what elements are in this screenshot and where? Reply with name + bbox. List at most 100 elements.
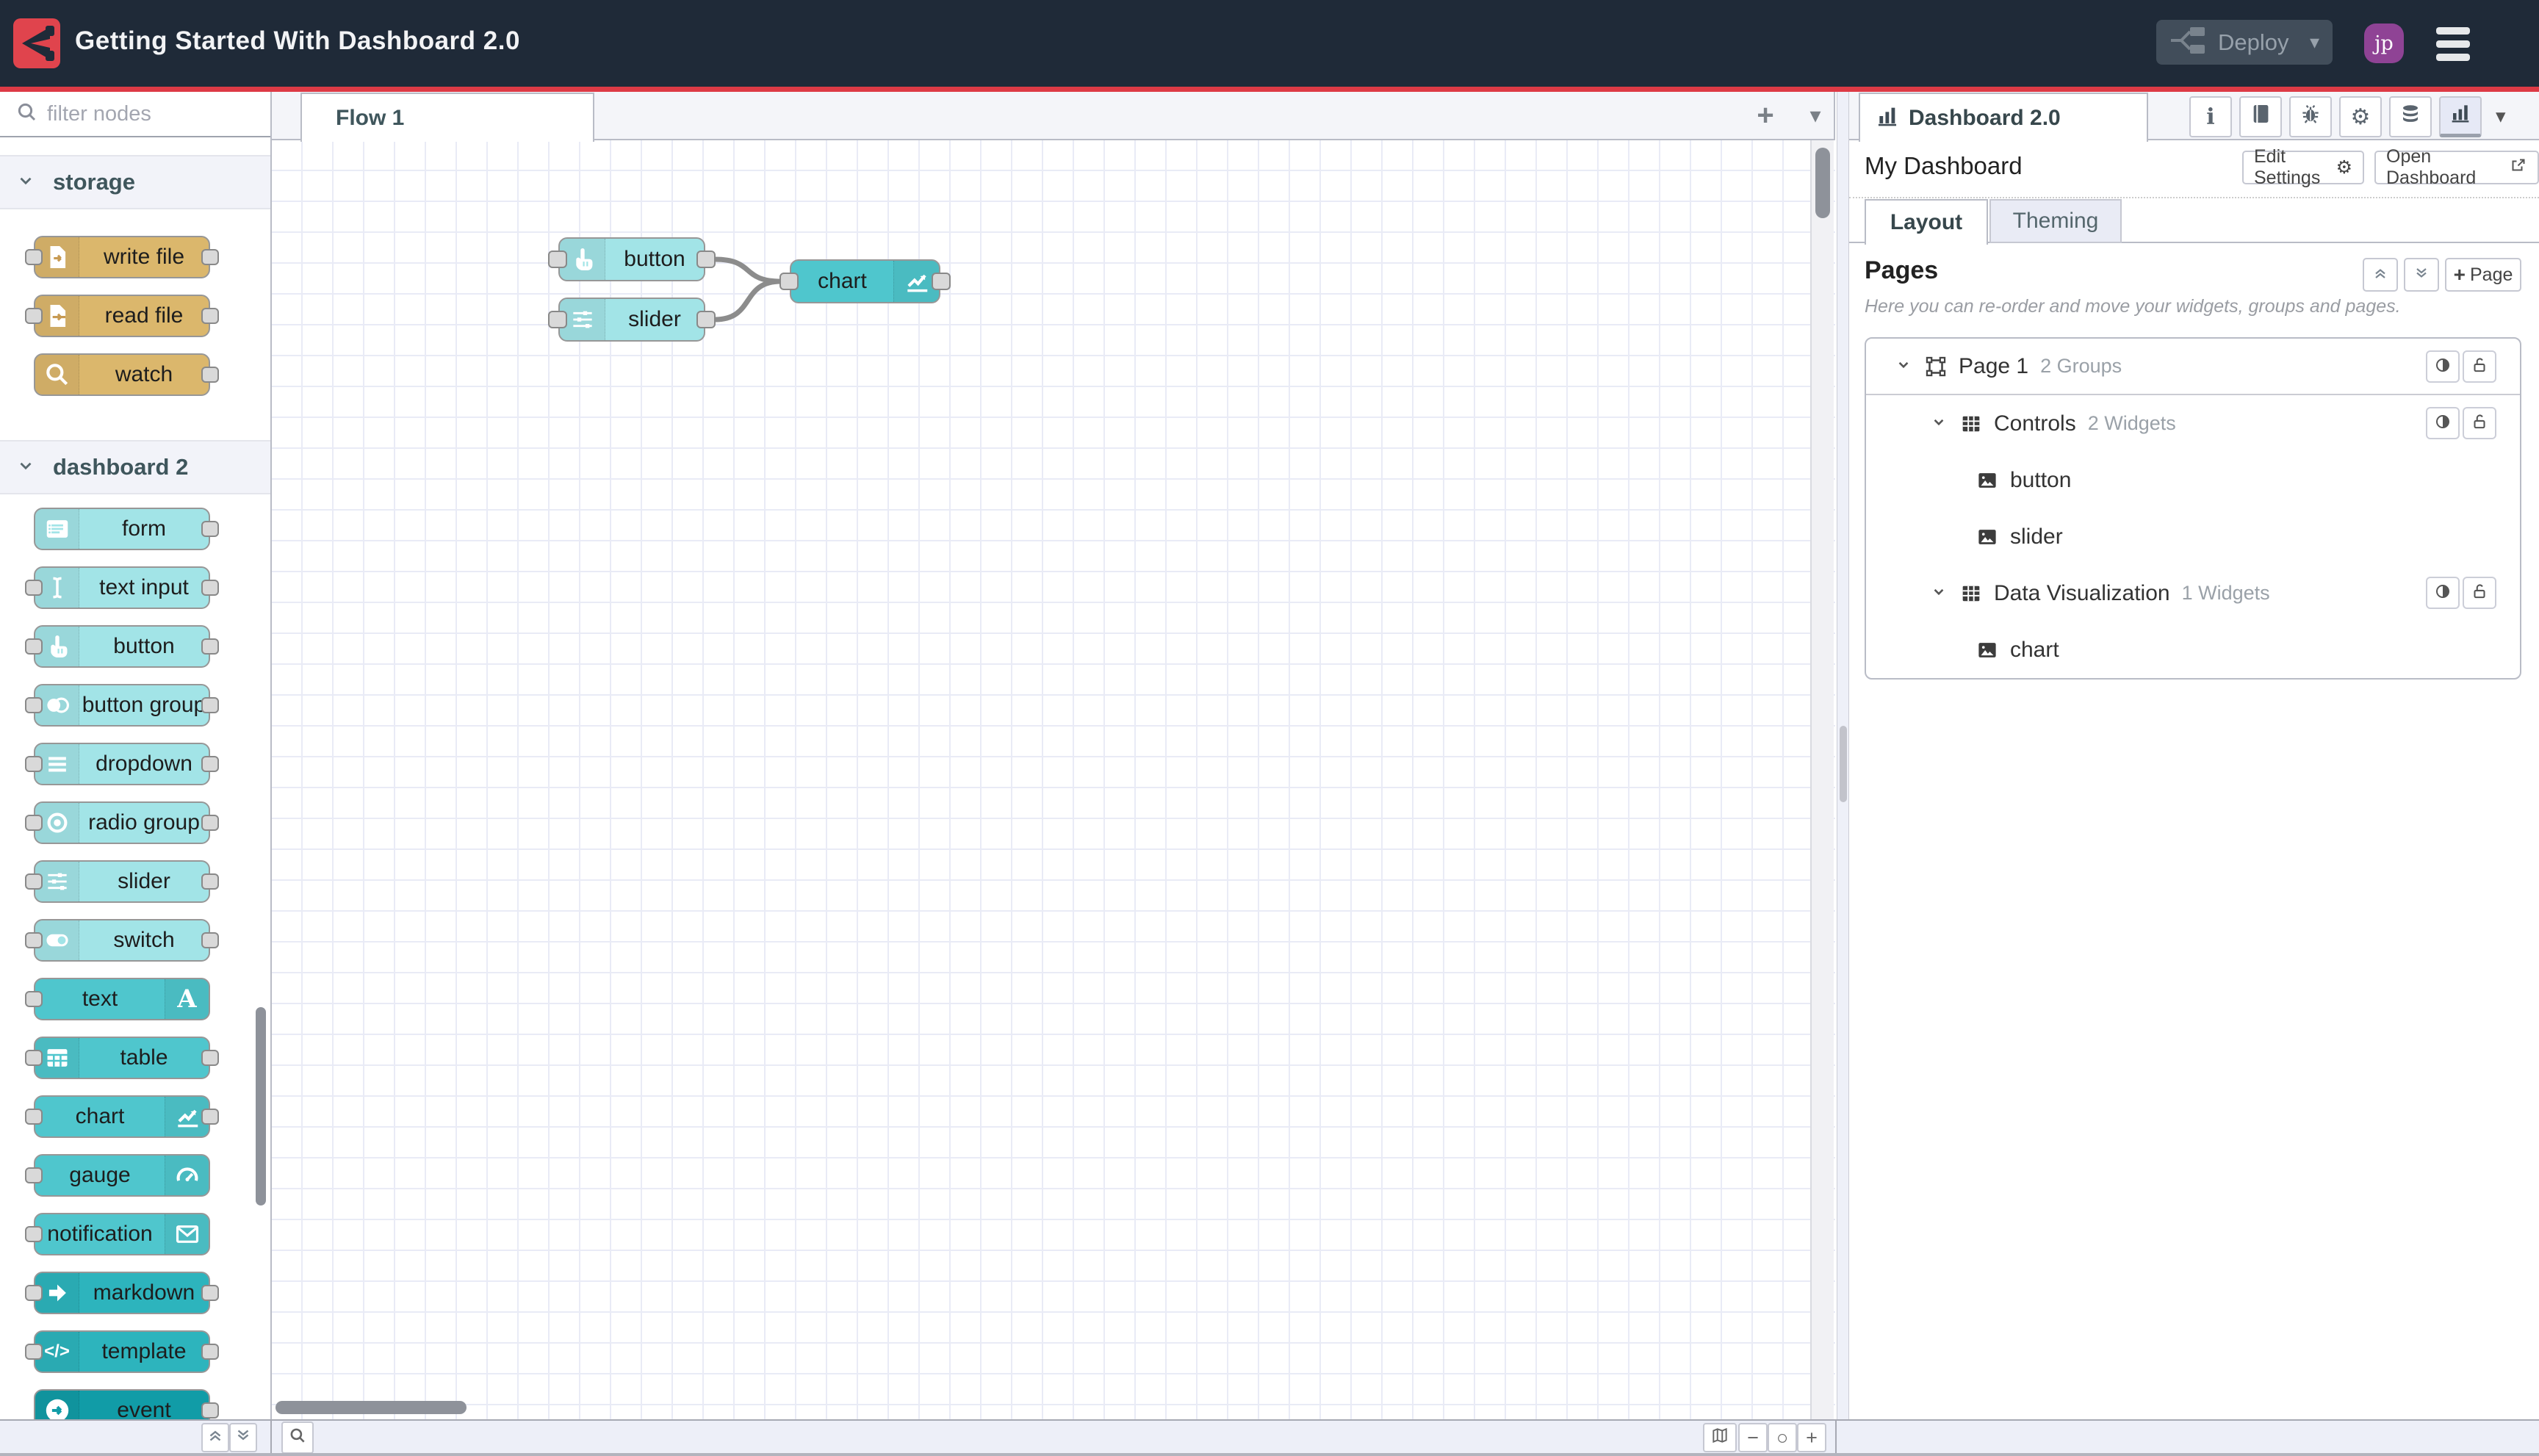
- help-tab-button[interactable]: [2239, 96, 2282, 137]
- canvas-horizontal-scrollbar[interactable]: [275, 1401, 467, 1414]
- unlock-icon: [2470, 582, 2489, 605]
- palette-node-button-group[interactable]: button group: [25, 684, 219, 727]
- zoom-out-button[interactable]: −: [1738, 1423, 1768, 1452]
- tree-row-slider[interactable]: slider: [1866, 508, 2520, 565]
- palette-node-watch[interactable]: watch: [34, 353, 219, 396]
- page-title: Getting Started With Dashboard 2.0: [75, 26, 520, 55]
- palette-node-button[interactable]: button: [25, 625, 219, 668]
- tree-row-button[interactable]: button: [1866, 452, 2520, 508]
- palette-node-gauge[interactable]: gauge: [25, 1154, 210, 1197]
- canvas-search-button[interactable]: [281, 1421, 314, 1454]
- search-icon: [288, 1426, 307, 1450]
- palette-node-text[interactable]: A text: [25, 978, 210, 1020]
- sidebar-divider[interactable]: [1837, 92, 1849, 1419]
- open-dashboard-button[interactable]: Open Dashboard: [2374, 146, 2539, 188]
- palette-scrollbar[interactable]: [256, 1007, 266, 1205]
- tab-flow-1[interactable]: Flow 1: [300, 93, 594, 142]
- deploy-caret-icon[interactable]: ▾: [2310, 31, 2319, 54]
- envelope-icon: [165, 1214, 209, 1254]
- flow-node-chart[interactable]: chart: [779, 259, 951, 303]
- category-dashboard2[interactable]: dashboard 2: [0, 440, 270, 494]
- palette-collapse-all-button[interactable]: [201, 1423, 229, 1452]
- deploy-nodes-icon: [2169, 26, 2208, 59]
- double-chevron-up-icon: [2371, 264, 2389, 286]
- unlock-button[interactable]: [2463, 350, 2496, 383]
- flow-node-slider[interactable]: slider: [548, 298, 716, 342]
- dashboard-tab-button[interactable]: [2439, 96, 2482, 137]
- search-icon: [16, 101, 38, 127]
- form-icon: [35, 509, 79, 549]
- visibility-button[interactable]: [2426, 407, 2460, 439]
- palette-node-write-file[interactable]: write file: [25, 236, 219, 278]
- zoom-in-button[interactable]: +: [1797, 1423, 1826, 1452]
- widget-image-icon: [1975, 525, 2000, 549]
- add-flow-button[interactable]: +: [1749, 99, 1782, 133]
- magnifier-icon: [35, 355, 79, 394]
- palette-node-switch[interactable]: switch: [25, 919, 219, 962]
- palette-node-template[interactable]: </> template: [25, 1330, 219, 1373]
- avatar[interactable]: jp: [2364, 24, 2404, 63]
- context-tab-button[interactable]: [2389, 96, 2432, 137]
- tab-theming[interactable]: Theming: [1989, 199, 2122, 243]
- palette-node-markdown[interactable]: markdown: [25, 1272, 219, 1314]
- header-accent-line: [0, 87, 2539, 92]
- tree-row-controls[interactable]: Controls 2 Widgets: [1866, 395, 2520, 452]
- flow-canvas[interactable]: button slider chart: [272, 140, 1835, 1419]
- tree-row-chart[interactable]: chart: [1866, 621, 2520, 678]
- flow-tabbar: Flow 1 + ▾: [272, 92, 1834, 142]
- debug-tab-button[interactable]: [2289, 96, 2332, 137]
- sidebar: Dashboard 2.0 i ⚙ ▾ My Dashboard Edit Se…: [1849, 92, 2539, 1419]
- page-icon: [1923, 354, 1948, 379]
- collapse-all-button[interactable]: [2363, 258, 2398, 292]
- info-tab-button[interactable]: i: [2189, 96, 2232, 137]
- sidebar-scrollbar[interactable]: [1840, 726, 1847, 802]
- flow-node-button[interactable]: button: [548, 237, 716, 281]
- flow-list-caret-icon[interactable]: ▾: [1798, 99, 1832, 133]
- visibility-button[interactable]: [2426, 350, 2460, 383]
- palette-node-form[interactable]: form: [34, 508, 219, 550]
- tree-row-data-visualization[interactable]: Data Visualization 1 Widgets: [1866, 565, 2520, 621]
- palette: storage write file read file watch dashb…: [0, 92, 272, 1419]
- tab-dashboard-2[interactable]: Dashboard 2.0: [1859, 93, 2148, 142]
- category-label: dashboard 2: [53, 454, 189, 480]
- palette-node-chart[interactable]: chart: [25, 1095, 219, 1138]
- palette-node-read-file[interactable]: read file: [25, 295, 219, 337]
- palette-node-dropdown[interactable]: dropdown: [25, 743, 219, 785]
- palette-node-event[interactable]: event: [34, 1389, 219, 1419]
- category-storage[interactable]: storage: [0, 155, 270, 209]
- config-tab-button[interactable]: ⚙: [2339, 96, 2382, 137]
- chevron-down-icon[interactable]: [1894, 355, 1913, 378]
- chevron-down-icon[interactable]: [1929, 412, 1948, 435]
- zoom-reset-button[interactable]: ○: [1768, 1423, 1797, 1452]
- double-chevron-up-icon: [206, 1426, 225, 1450]
- layout-tree: Page 1 2 Groups Controls 2 Widgets butto…: [1865, 337, 2521, 680]
- add-page-button[interactable]: + Page: [2445, 258, 2521, 292]
- deploy-label: Deploy: [2218, 29, 2289, 55]
- palette-expand-all-button[interactable]: [229, 1423, 257, 1452]
- menu-button[interactable]: [2436, 27, 2470, 61]
- deploy-button[interactable]: Deploy ▾: [2156, 20, 2333, 65]
- canvas-vertical-scrollbar[interactable]: [1815, 148, 1830, 218]
- chevron-down-icon[interactable]: [1929, 582, 1948, 605]
- tree-row-page1[interactable]: Page 1 2 Groups: [1866, 339, 2520, 395]
- dashboard-panel: My Dashboard Edit Settings ⚙ Open Dashbo…: [1849, 140, 2539, 1419]
- book-icon: [2249, 102, 2272, 131]
- palette-node-text-input[interactable]: text input: [25, 566, 219, 609]
- filter-nodes-input[interactable]: [47, 101, 253, 126]
- divider-line: [1849, 197, 2539, 198]
- eye-icon: [2433, 412, 2452, 435]
- palette-node-radio-group[interactable]: radio group: [25, 801, 219, 844]
- sidebar-caret-icon[interactable]: ▾: [2496, 105, 2506, 128]
- expand-all-button[interactable]: [2404, 258, 2439, 292]
- eye-icon: [2433, 582, 2452, 605]
- visibility-button[interactable]: [2426, 577, 2460, 609]
- unlock-button[interactable]: [2463, 407, 2496, 439]
- avatar-initials: jp: [2374, 32, 2394, 55]
- palette-node-table[interactable]: table: [25, 1037, 219, 1079]
- navigator-map-button[interactable]: [1703, 1423, 1737, 1452]
- tab-layout[interactable]: Layout: [1865, 199, 1988, 245]
- palette-node-notification[interactable]: notification: [25, 1213, 210, 1255]
- edit-settings-button[interactable]: Edit Settings ⚙: [2242, 146, 2364, 188]
- palette-node-slider[interactable]: slider: [25, 860, 219, 903]
- unlock-button[interactable]: [2463, 577, 2496, 609]
